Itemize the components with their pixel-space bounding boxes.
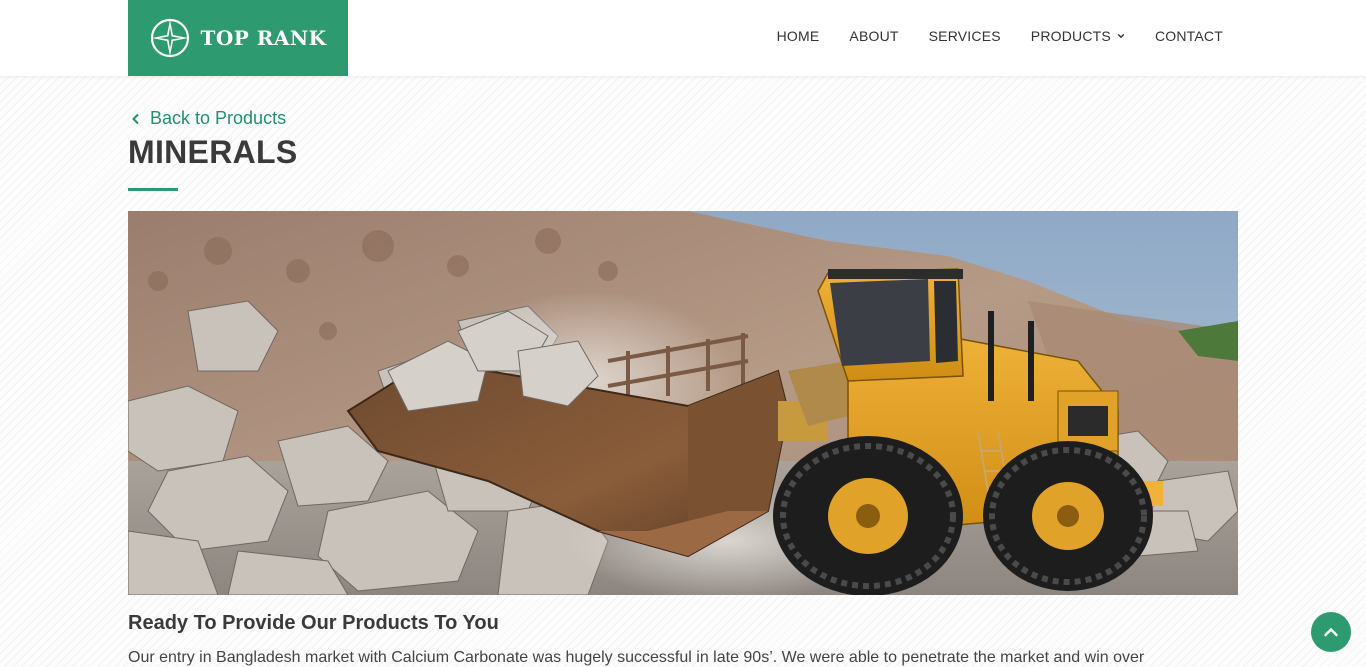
- title-underline: [128, 188, 178, 191]
- nav-services-label: SERVICES: [928, 28, 1001, 44]
- scroll-to-top-button[interactable]: [1311, 612, 1351, 652]
- nav-home-label: HOME: [776, 28, 820, 44]
- nav-about-label: ABOUT: [849, 28, 899, 44]
- main-nav: HOME ABOUT SERVICES PRODUCTS CONTACT: [747, 28, 1223, 44]
- nav-contact[interactable]: CONTACT: [1155, 28, 1223, 44]
- nav-services[interactable]: SERVICES: [929, 28, 1001, 44]
- chevron-left-icon: [132, 113, 139, 124]
- back-to-products-link[interactable]: Back to Products: [131, 108, 286, 129]
- compass-star-icon: [151, 18, 190, 58]
- nav-home[interactable]: HOME: [777, 28, 820, 44]
- quarry-loader-illustration: [128, 211, 1238, 595]
- hero-image: [128, 211, 1238, 595]
- brand-name: TOP RANK: [200, 26, 327, 50]
- section-paragraph: Our entry in Bangladesh market with Calc…: [128, 649, 1145, 666]
- page-title: MINERALS: [128, 134, 298, 170]
- nav-contact-label: CONTACT: [1154, 28, 1223, 44]
- chevron-down-icon: [1117, 33, 1125, 39]
- logo[interactable]: TOP RANK: [128, 0, 348, 76]
- section-heading: Ready To Provide Our Products To You: [128, 612, 499, 634]
- back-link-label: Back to Products: [150, 108, 287, 128]
- nav-products[interactable]: PRODUCTS: [1031, 28, 1125, 44]
- site-header: TOP RANK HOME ABOUT SERVICES PRODUCTS CO…: [0, 0, 1366, 76]
- chevron-up-icon: [1324, 627, 1338, 637]
- nav-about[interactable]: ABOUT: [849, 28, 898, 44]
- nav-products-label: PRODUCTS: [1030, 28, 1111, 44]
